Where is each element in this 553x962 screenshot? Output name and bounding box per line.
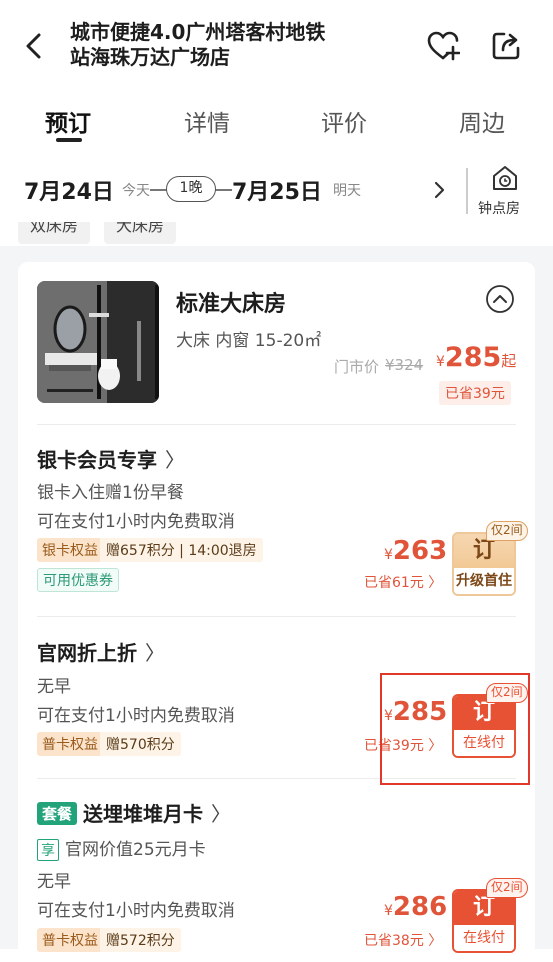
- offer-title-text: 送埋堆堆月卡: [83, 802, 204, 826]
- chevron-right-icon[interactable]: [432, 180, 446, 200]
- package-tag: 套餐: [37, 802, 78, 825]
- offer-gift: 享官网价值25元月卡: [37, 835, 206, 861]
- stock-limit-badge: 仅2间: [486, 521, 528, 541]
- tab-booking[interactable]: 预订: [45, 104, 91, 138]
- offer-price-value: 263: [392, 536, 448, 566]
- highlight-box: [380, 673, 530, 785]
- member-benefit-tag: 普卡权益 赠572积分: [37, 928, 181, 952]
- favorite-add-icon[interactable]: [426, 30, 460, 62]
- book-upgrade-button[interactable]: 订 升级首住: [452, 532, 516, 596]
- chevron-right-icon: 〉: [211, 802, 232, 826]
- house-clock-icon[interactable]: [491, 164, 519, 192]
- date-selector[interactable]: 7月24日 今天 1晚 7月25日 明天 钟点房: [0, 160, 553, 222]
- price-suffix: 起: [501, 352, 517, 370]
- checkout-date[interactable]: 7月25日: [232, 174, 322, 206]
- checkin-day-label: 今天: [122, 183, 150, 199]
- member-tag-detail: 赠657积分 | 14:00退房: [100, 538, 263, 562]
- chevron-right-icon: 〉: [145, 641, 165, 665]
- offer-cancel-policy: 可在支付1小时内免费取消: [37, 706, 235, 726]
- offer-price: ¥286: [384, 892, 447, 922]
- tab-bar: 预订 详情 评价 周边: [0, 92, 553, 150]
- offer-title[interactable]: 套餐 送埋堆堆月卡〉: [37, 798, 231, 827]
- offer-saved-link[interactable]: 已省38元 〉: [364, 930, 442, 950]
- hotel-title-line1: 城市便捷4.0广州塔客村地铁: [70, 20, 326, 44]
- room-specs: 大床 内窗 15-20㎡: [176, 331, 322, 351]
- member-benefit-tag: 普卡权益 赠570积分: [37, 732, 181, 756]
- checkin-date[interactable]: 7月24日: [24, 174, 114, 206]
- header: 城市便捷4.0广州塔客村地铁 站海珠万达广场店: [0, 0, 553, 92]
- offer-title[interactable]: 官网折上折〉: [37, 637, 165, 666]
- stock-limit-badge: 仅2间: [486, 878, 528, 898]
- room-price: ¥285起: [436, 342, 516, 373]
- currency-symbol: ¥: [436, 354, 445, 370]
- member-tag-label: 银卡权益: [37, 538, 103, 562]
- offer-saved-link[interactable]: 已省61元 〉: [364, 572, 442, 592]
- checkout-day-label: 明天: [333, 183, 361, 199]
- tab-reviews[interactable]: 评价: [321, 104, 367, 138]
- room-saved-badge: 已省39元: [439, 381, 511, 405]
- room-photo[interactable]: [37, 281, 159, 403]
- tab-details[interactable]: 详情: [184, 104, 230, 138]
- tab-active-indicator: [56, 138, 82, 142]
- member-tag-label: 普卡权益: [37, 732, 103, 756]
- enjoy-tag: 享: [37, 839, 59, 861]
- chip-queen-room[interactable]: 大床房: [104, 222, 177, 244]
- nights-badge: 1晚: [166, 176, 216, 202]
- room-filter-chips: 双床房 大床房: [0, 222, 553, 246]
- offer-cancel-policy: 可在支付1小时内免费取消: [37, 901, 235, 921]
- offer-cancel-policy: 可在支付1小时内免费取消: [37, 512, 235, 532]
- room-card: 标准大床房 大床 内窗 15-20㎡ 门市价 ¥324 ¥285起 已省39元 …: [18, 262, 535, 962]
- member-benefit-tag: 银卡权益 赠657积分 | 14:00退房: [37, 538, 263, 562]
- chevron-right-icon: 〉: [165, 448, 185, 472]
- room-title: 标准大床房: [176, 292, 287, 317]
- back-arrow-icon[interactable]: [20, 32, 48, 60]
- coupon-tag: 可用优惠券: [37, 568, 119, 592]
- offer-breakfast: 无早: [37, 677, 71, 697]
- offer-price-value: 286: [392, 892, 448, 922]
- offer-title-text: 银卡会员专享: [37, 448, 157, 472]
- hotel-title: 城市便捷4.0广州塔客村地铁 站海珠万达广场店: [70, 20, 370, 70]
- member-tag-detail: 赠570积分: [100, 732, 181, 756]
- list-price-label: 门市价: [334, 358, 380, 376]
- divider: [37, 616, 516, 617]
- member-tag-detail: 赠572积分: [100, 928, 181, 952]
- offer-title-text: 官网折上折: [37, 641, 137, 665]
- chip-twin-room[interactable]: 双床房: [18, 222, 91, 244]
- member-tag-label: 普卡权益: [37, 928, 103, 952]
- divider: [466, 168, 468, 214]
- currency-symbol: ¥: [384, 903, 393, 919]
- currency-symbol: ¥: [384, 547, 393, 563]
- offer-title[interactable]: 银卡会员专享〉: [37, 444, 185, 473]
- gift-text: 官网价值25元月卡: [65, 840, 206, 860]
- room-price-value: 285: [444, 342, 502, 373]
- book-online-button[interactable]: 订 在线付: [452, 889, 516, 953]
- chevron-up-circle-icon[interactable]: [485, 284, 515, 314]
- offer-benefit: 银卡入住赠1份早餐: [37, 483, 184, 503]
- tab-nearby[interactable]: 周边: [459, 104, 505, 138]
- hotel-title-line2: 站海珠万达广场店: [70, 45, 230, 69]
- hour-room-button[interactable]: 钟点房: [478, 198, 520, 218]
- list-price: ¥324: [385, 356, 424, 374]
- book-sublabel: 升级首住: [454, 568, 514, 594]
- offer-price: ¥263: [384, 536, 447, 566]
- share-icon[interactable]: [490, 30, 522, 62]
- divider: [37, 424, 516, 425]
- offer-breakfast: 无早: [37, 872, 71, 892]
